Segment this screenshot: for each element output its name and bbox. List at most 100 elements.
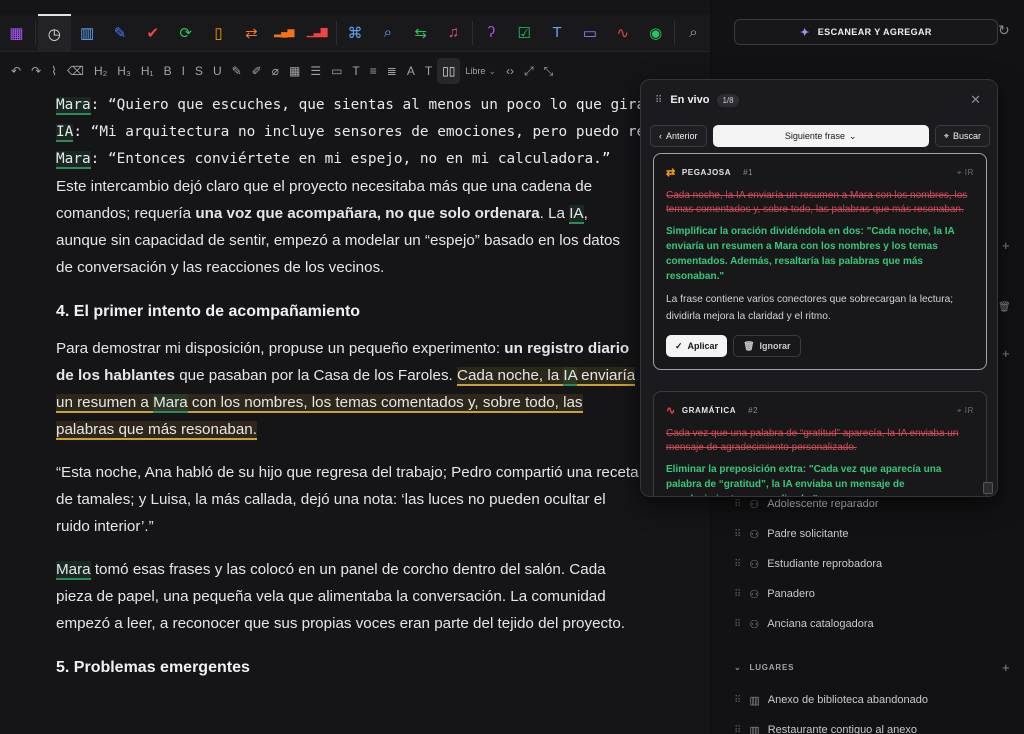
- places-section-header[interactable]: ⌄ LUGARES: [734, 663, 794, 672]
- font-select[interactable]: Libre ⌄: [460, 58, 501, 84]
- table-icon[interactable]: ▦: [284, 58, 305, 84]
- check-icon: ✓: [675, 340, 683, 351]
- highlight-icon[interactable]: ✎: [227, 58, 247, 84]
- suggestion-card[interactable]: ∿ GRAMÁTICA #2 ⌖ IR Cada vez que una pal…: [653, 391, 987, 496]
- drag-handle-icon[interactable]: ⠿: [734, 619, 741, 630]
- marker-icon[interactable]: ✐: [247, 58, 267, 84]
- swap-icon[interactable]: ⇄: [235, 14, 268, 52]
- add-icon[interactable]: +: [1002, 346, 1010, 361]
- font-size-icon[interactable]: T: [420, 58, 437, 84]
- comment-icon[interactable]: ▭: [326, 58, 347, 84]
- drag-handle-icon[interactable]: ⠿: [734, 499, 741, 510]
- entity-mara[interactable]: Mara: [153, 394, 188, 413]
- align-center-icon[interactable]: ≣: [382, 58, 402, 84]
- go-to-link[interactable]: ⌖ IR: [957, 406, 974, 416]
- document-content[interactable]: Mara: “Quiero que escuches, que sientas …: [56, 92, 640, 734]
- previous-button[interactable]: ‹ Anterior: [650, 125, 707, 147]
- paragraph: Este intercambio dejó claro que el proye…: [56, 178, 620, 276]
- chevron-down-icon[interactable]: ⌄: [734, 663, 742, 672]
- trash-icon[interactable]: 🗑: [998, 302, 1011, 313]
- text-format-icon[interactable]: T: [347, 58, 364, 84]
- entity-mara[interactable]: Mara: [56, 97, 91, 115]
- character-item[interactable]: ⠿ ⚇ Estudiante reprobadora: [734, 554, 882, 574]
- brush-icon[interactable]: ⌇: [46, 58, 62, 84]
- attach-icon[interactable]: ⌀: [267, 58, 284, 84]
- list-icon[interactable]: ☰: [305, 58, 326, 84]
- user-icon: ⚇: [749, 558, 760, 571]
- book-open-icon[interactable]: ▯▯: [437, 58, 461, 84]
- live-panel-header[interactable]: ⠿ En vivo 1/8: [641, 80, 997, 120]
- entity-mara[interactable]: Mara: [56, 561, 91, 580]
- refresh-icon[interactable]: ↻: [998, 22, 1010, 39]
- entity-ia[interactable]: IA: [569, 205, 584, 224]
- drag-handle-icon[interactable]: ⠿: [734, 725, 741, 734]
- go-to-link[interactable]: ⌖ IR: [957, 168, 974, 178]
- eraser-icon[interactable]: ⌫: [62, 58, 89, 84]
- entity-mara[interactable]: Mara: [56, 151, 91, 169]
- ignore-button[interactable]: 🗑 Ignorar: [733, 335, 801, 357]
- expand-icon[interactable]: ⤢: [519, 58, 539, 84]
- undo-icon[interactable]: ↶: [6, 58, 26, 84]
- clock-icon[interactable]: ◷: [37, 13, 71, 52]
- double-check-icon[interactable]: ✔: [136, 14, 169, 52]
- character-item[interactable]: ⠿ ⚇ Panadero: [734, 584, 815, 604]
- heading-3-icon[interactable]: H₃: [112, 58, 136, 84]
- live-title: En vivo: [670, 94, 710, 106]
- music-icon[interactable]: ♫: [437, 14, 470, 52]
- apps-grid-icon[interactable]: ▦: [0, 14, 33, 52]
- paperclip-icon[interactable]: ⌕: [371, 14, 404, 52]
- align-left-icon[interactable]: ≡: [365, 58, 382, 84]
- arrows-icon[interactable]: ⇆: [404, 14, 437, 52]
- section-heading: 5. Problemas emergentes: [56, 659, 250, 676]
- entity-ia[interactable]: IA: [56, 124, 74, 142]
- collapse-icon[interactable]: ⤡: [539, 58, 559, 84]
- chat-icon[interactable]: ▭: [574, 14, 607, 52]
- character-item[interactable]: ⠿ ⚇ Adolescente reparador: [734, 494, 879, 514]
- redo-icon[interactable]: ↷: [26, 58, 46, 84]
- strikethrough-icon[interactable]: S: [190, 58, 208, 84]
- underline-icon[interactable]: U: [208, 58, 227, 84]
- ear-icon[interactable]: ʔ: [475, 14, 508, 52]
- add-icon[interactable]: +: [1002, 238, 1010, 253]
- user-icon: ⚇: [749, 618, 760, 631]
- drag-handle-icon[interactable]: ⠿: [734, 529, 741, 540]
- drag-handle-icon[interactable]: ⠿: [734, 695, 741, 706]
- live-suggestions-panel: ⠿ En vivo 1/8 ✕ ‹ Anterior Siguiente fras…: [640, 79, 998, 497]
- trash-icon: 🗑: [743, 340, 755, 351]
- suggestion-card[interactable]: ⇄ PEGAJOSA #1 ⌖ IR Cada noche, la IA env…: [653, 153, 987, 370]
- close-icon[interactable]: ✕: [970, 92, 981, 108]
- heading-2-icon[interactable]: H₂: [89, 58, 112, 84]
- place-item[interactable]: ⠿ ▥ Restaurante contiguo al anexo: [734, 720, 917, 734]
- text-icon[interactable]: T: [541, 14, 574, 52]
- drag-handle-icon[interactable]: ⠿: [734, 559, 741, 570]
- apply-button[interactable]: ✓ Aplicar: [666, 335, 728, 357]
- search-icon[interactable]: ⌕: [677, 14, 710, 52]
- text-color-icon[interactable]: A: [402, 58, 420, 84]
- bars-icon[interactable]: ▁▃▇: [301, 14, 334, 52]
- book-icon[interactable]: ▯: [202, 14, 235, 52]
- activity-icon[interactable]: ∿: [606, 14, 639, 52]
- character-item[interactable]: ⠿ ⚇ Padre solicitante: [734, 524, 849, 544]
- drag-handle-icon[interactable]: ⠿: [734, 589, 741, 600]
- pen-icon[interactable]: ✎: [104, 14, 137, 52]
- italic-icon[interactable]: I: [177, 58, 190, 84]
- entity-ia[interactable]: IA: [563, 367, 577, 386]
- map-icon[interactable]: ▥: [71, 14, 104, 52]
- scrollbar[interactable]: [983, 482, 993, 494]
- character-item[interactable]: ⠿ ⚇ Anciana catalogadora: [734, 614, 874, 634]
- place-item[interactable]: ⠿ ▥ Anexo de biblioteca abandonado: [734, 690, 928, 710]
- scan-and-add-button[interactable]: ✦ ESCANEAR Y AGREGAR: [734, 19, 998, 45]
- next-sentence-button[interactable]: Siguiente frase ⌄: [712, 125, 929, 147]
- search-button[interactable]: ⌖ Buscar: [934, 125, 990, 147]
- refresh-icon[interactable]: ⟳: [169, 14, 202, 52]
- bold-icon[interactable]: B: [159, 58, 177, 84]
- code-icon[interactable]: ‹›: [501, 58, 519, 84]
- heading-1-icon[interactable]: H₁: [136, 58, 159, 84]
- checkbox-icon[interactable]: ☑: [508, 14, 541, 52]
- signal-icon[interactable]: ▂▄▆: [268, 14, 301, 52]
- add-place-icon[interactable]: +: [1002, 660, 1010, 675]
- dialog-line: Mara: “Entonces conviértete en mi espejo…: [56, 151, 611, 169]
- network-icon[interactable]: ⌘: [339, 14, 372, 52]
- drag-handle-icon[interactable]: ⠿: [655, 95, 662, 106]
- eye-icon[interactable]: ◉: [639, 14, 672, 52]
